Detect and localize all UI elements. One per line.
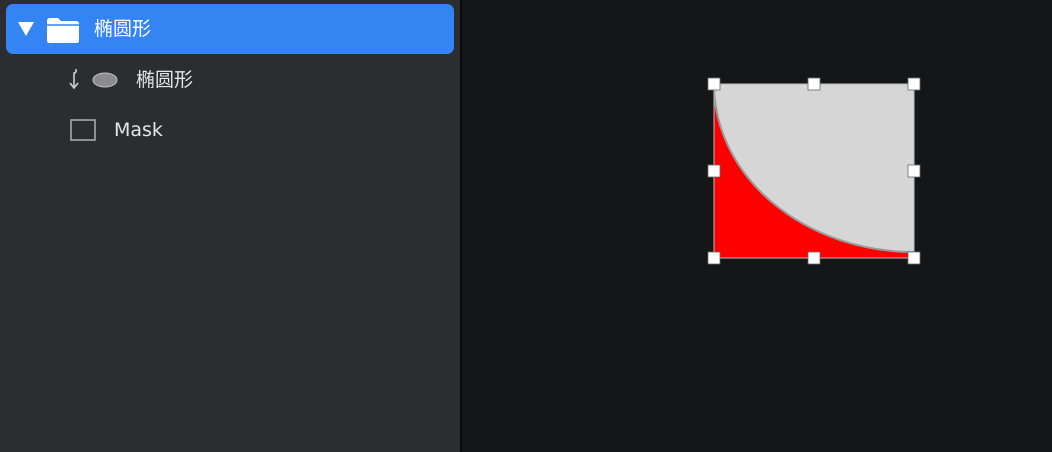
layer-row-mask[interactable]: Mask	[0, 108, 460, 152]
mask-arrow-icon	[69, 69, 79, 90]
resize-handle-middle-left[interactable]	[707, 164, 721, 178]
canvas[interactable]	[462, 0, 1052, 452]
rectangle-icon	[70, 119, 96, 141]
resize-handle-top-right[interactable]	[907, 77, 921, 91]
resize-handle-middle-right[interactable]	[907, 164, 921, 178]
resize-handle-bottom-right[interactable]	[907, 251, 921, 265]
resize-handle-top-left[interactable]	[707, 77, 721, 91]
layer-label-group: 椭圆形	[94, 18, 152, 40]
artwork-group[interactable]	[702, 72, 926, 272]
folder-icon	[47, 18, 79, 43]
app-window: 椭圆形 椭圆形 Mask	[0, 0, 1052, 452]
resize-handle-bottom-left[interactable]	[707, 251, 721, 265]
layer-row-ellipse[interactable]: 椭圆形	[0, 58, 460, 102]
resize-handle-bottom-center[interactable]	[807, 251, 821, 265]
layer-label-mask: Mask	[114, 119, 163, 141]
ellipse-icon	[92, 72, 118, 88]
disclosure-triangle-icon[interactable]	[18, 22, 34, 36]
layer-row-group[interactable]: 椭圆形	[6, 4, 454, 54]
resize-handle-top-center[interactable]	[807, 77, 821, 91]
layer-label-ellipse: 椭圆形	[136, 69, 194, 91]
layers-panel: 椭圆形 椭圆形 Mask	[0, 0, 460, 452]
